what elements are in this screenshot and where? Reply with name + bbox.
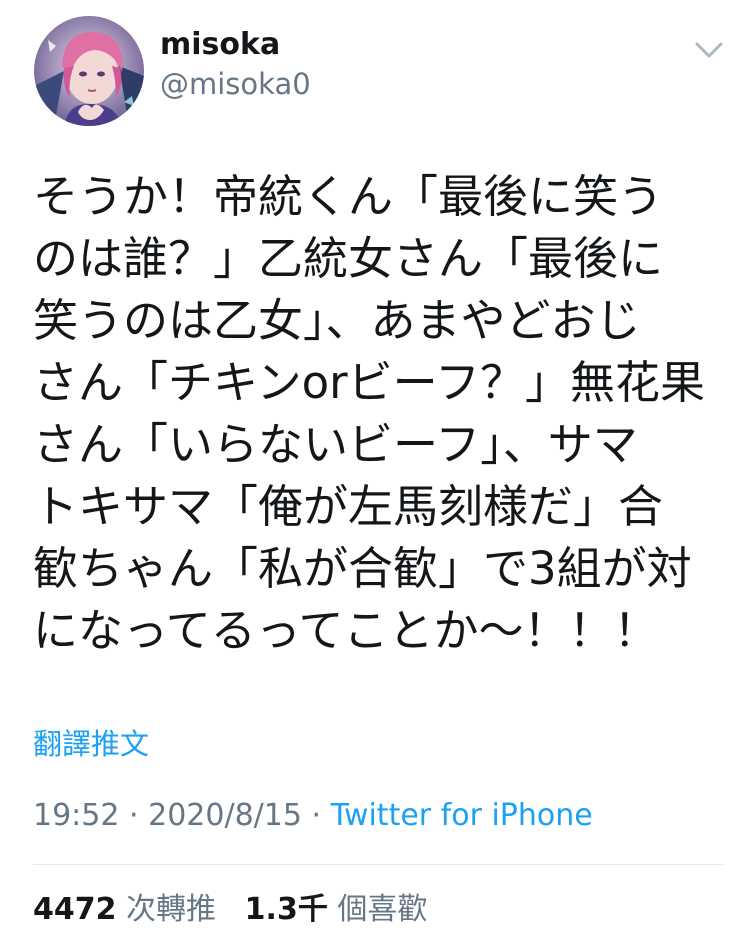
tweet-line: そうか！帝統くん「最後に笑う	[33, 170, 664, 223]
tweet-line: のは誰？」乙統女さん「最後に	[33, 232, 664, 285]
retweets-label: 次轉推	[126, 892, 217, 927]
divider	[33, 864, 723, 865]
tweet-line: トキサマ「俺が左馬刻様だ」合	[33, 480, 664, 533]
likes-count: 1.3千	[244, 892, 328, 927]
tweet-line: さん「チキンorビーフ？」無花果	[33, 356, 705, 409]
user-block[interactable]: misoka @misoka0	[160, 26, 311, 102]
avatar[interactable]	[34, 16, 144, 126]
tweet-line: になってるってことか〜！！！	[33, 604, 659, 657]
tweet-line: 歓ちゃん「私が合歓」で3組が対	[33, 542, 692, 595]
tweet-line: さん「いらないビーフ」、サマ	[33, 418, 638, 471]
retweets-stat[interactable]: 4472 次轉推	[33, 892, 226, 927]
tweet-text: そうか！帝統くん「最後に笑う のは誰？」乙統女さん「最後に 笑うのは乙女」、あまやど…	[33, 166, 723, 662]
translate-tweet-link[interactable]: 翻譯推文	[33, 726, 149, 762]
avatar-illustration	[34, 16, 144, 126]
likes-stat[interactable]: 1.3千 個喜歡	[245, 892, 428, 927]
meta-separator: ·	[311, 798, 322, 833]
user-handle[interactable]: @misoka0	[160, 66, 311, 102]
tweet-source-link[interactable]: Twitter for iPhone	[331, 798, 593, 833]
tweet-header: misoka @misoka0	[0, 0, 750, 140]
chevron-down-icon[interactable]	[693, 38, 725, 62]
tweet-stats: 4472 次轉推 1.3千 個喜歡	[33, 890, 427, 930]
display-name[interactable]: misoka	[160, 26, 311, 64]
retweets-count: 4472	[33, 892, 117, 927]
meta-separator: ·	[129, 798, 139, 833]
likes-label: 個喜歡	[337, 892, 428, 927]
tweet-time: 19:52	[33, 798, 120, 833]
tweet-line: 笑うのは乙女」、あまやどおじ	[33, 294, 641, 347]
tweet-date: 2020/8/15	[148, 798, 302, 833]
tweet-meta: 19:52 · 2020/8/15 · Twitter for iPhone	[33, 796, 593, 836]
